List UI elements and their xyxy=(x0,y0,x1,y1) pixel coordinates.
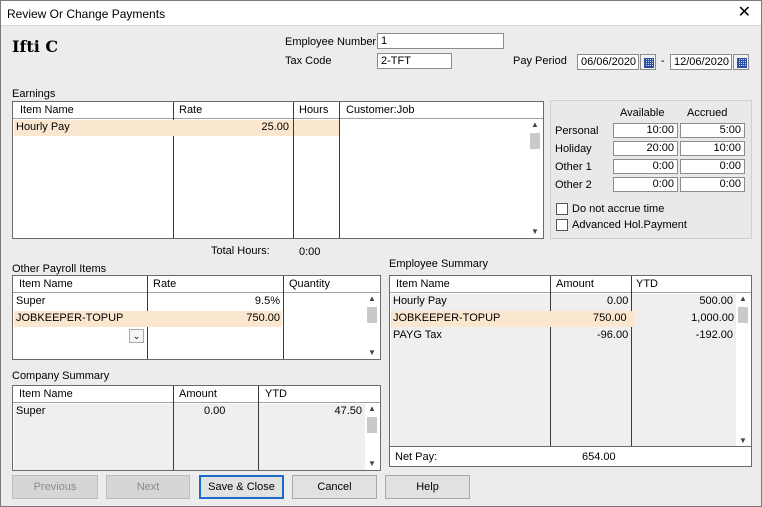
tax-code-field[interactable]: 2-TFT xyxy=(377,53,452,69)
other-payroll-scrollbar[interactable]: ▲ ▼ xyxy=(365,293,379,358)
available-field[interactable]: 10:00 xyxy=(613,123,678,138)
table-row[interactable]: Super 9.5% xyxy=(14,294,282,310)
scroll-up-icon[interactable]: ▲ xyxy=(739,294,747,303)
accrued-field[interactable]: 0:00 xyxy=(680,177,745,192)
earnings-scrollbar[interactable]: ▲ ▼ xyxy=(528,119,542,237)
title-bar: Review Or Change Payments ✕ xyxy=(1,1,761,26)
net-pay-row: Net Pay: 654.00 xyxy=(390,446,751,466)
table-row: JOBKEEPER-TOPUP 750.00 xyxy=(391,311,635,327)
table-row: PAYG Tax -96.00 -192.00 xyxy=(393,329,733,341)
employee-summary-label: Employee Summary xyxy=(389,258,489,270)
ytd-cell: 1,000.00 xyxy=(691,312,734,324)
col-quantity: Quantity xyxy=(289,278,330,290)
accrual-name: Personal xyxy=(555,125,599,137)
available-field[interactable]: 20:00 xyxy=(613,141,678,156)
period-separator: - xyxy=(661,55,665,67)
scroll-up-icon[interactable]: ▲ xyxy=(368,294,376,303)
rate-cell[interactable]: 25.00 xyxy=(174,120,293,136)
other-payroll-grid: Item Name Rate Quantity Super 9.5% JOBKE… xyxy=(12,275,381,360)
total-hours-label: Total Hours: xyxy=(211,245,270,257)
table-row: Super 0.00 47.50 xyxy=(16,405,362,417)
advanced-hol-checkbox[interactable] xyxy=(556,219,568,231)
employee-summary-grid: Item Name Amount YTD Hourly Pay 0.00 500… xyxy=(389,275,752,467)
earnings-label: Earnings xyxy=(12,88,56,100)
accrual-name: Other 1 xyxy=(555,161,592,173)
col-rate: Rate xyxy=(153,278,177,290)
calendar-icon[interactable] xyxy=(733,54,749,70)
accrued-header: Accrued xyxy=(687,107,728,119)
col-item-name: Item Name xyxy=(19,388,73,400)
other-payroll-header: Item Name Rate Quantity xyxy=(13,276,380,293)
earnings-header: Item Name Rate Hours Customer:Job xyxy=(13,102,543,119)
company-summary-header: Item Name Amount YTD xyxy=(13,386,380,403)
review-payments-window: Review Or Change Payments ✕ Ifti C Emplo… xyxy=(0,0,762,507)
close-icon[interactable]: ✕ xyxy=(738,4,751,22)
scroll-up-icon[interactable]: ▲ xyxy=(368,404,376,413)
col-customer-job: Customer:Job xyxy=(346,104,415,116)
do-not-accrue-label: Do not accrue time xyxy=(572,203,665,215)
chevron-down-icon[interactable]: ⌄ xyxy=(129,329,144,343)
col-amount: Amount xyxy=(556,278,594,290)
net-pay-label: Net Pay: xyxy=(395,451,438,463)
hours-cell[interactable] xyxy=(294,120,339,136)
scroll-down-icon[interactable]: ▼ xyxy=(368,348,376,357)
tax-code-label: Tax Code xyxy=(285,55,332,67)
net-pay-value: 654.00 xyxy=(582,451,616,463)
other-payroll-label: Other Payroll Items xyxy=(12,263,107,275)
col-rate: Rate xyxy=(179,104,203,116)
leave-accrual-panel: Available Accrued Personal 10:00 5:00 Ho… xyxy=(550,100,752,239)
col-hours: Hours xyxy=(299,104,329,116)
accrual-name: Holiday xyxy=(555,143,592,155)
employee-name: Ifti C xyxy=(12,37,59,56)
available-field[interactable]: 0:00 xyxy=(613,159,678,174)
available-field[interactable]: 0:00 xyxy=(613,177,678,192)
company-summary-label: Company Summary xyxy=(12,370,110,382)
col-amount: Amount xyxy=(179,388,217,400)
window-title: Review Or Change Payments xyxy=(7,7,166,21)
previous-button[interactable]: Previous xyxy=(12,475,98,499)
period-to-field[interactable]: 12/06/2020 xyxy=(670,54,732,70)
accrual-name: Other 2 xyxy=(555,179,592,191)
next-button[interactable]: Next xyxy=(106,475,190,499)
employee-number-field[interactable]: 1 xyxy=(377,33,504,49)
table-row[interactable]: JOBKEEPER-TOPUP 750.00 xyxy=(14,311,282,327)
earnings-grid: Item Name Rate Hours Customer:Job Hourly… xyxy=(12,101,544,239)
scroll-up-icon[interactable]: ▲ xyxy=(531,120,539,129)
cancel-button[interactable]: Cancel xyxy=(292,475,377,499)
employee-number-label: Employee Number xyxy=(285,36,377,48)
period-from-field[interactable]: 06/06/2020 xyxy=(577,54,639,70)
pay-period-label: Pay Period xyxy=(513,55,567,67)
scroll-down-icon[interactable]: ▼ xyxy=(531,227,539,236)
employee-summary-scrollbar[interactable]: ▲ ▼ xyxy=(736,293,750,446)
col-ytd: YTD xyxy=(265,388,287,400)
available-header: Available xyxy=(620,107,665,119)
total-hours-value: 0:00 xyxy=(299,246,321,258)
col-ytd: YTD xyxy=(636,278,658,290)
employee-summary-header: Item Name Amount YTD xyxy=(390,276,751,293)
company-summary-scrollbar[interactable]: ▲ ▼ xyxy=(365,403,379,469)
col-item-name: Item Name xyxy=(396,278,450,290)
col-item-name: Item Name xyxy=(20,104,74,116)
calendar-icon[interactable] xyxy=(640,54,656,70)
scroll-down-icon[interactable]: ▼ xyxy=(739,436,747,445)
accrued-field[interactable]: 5:00 xyxy=(680,123,745,138)
accrued-field[interactable]: 10:00 xyxy=(680,141,745,156)
advanced-hol-label: Advanced Hol.Payment xyxy=(572,219,687,231)
accrued-field[interactable]: 0:00 xyxy=(680,159,745,174)
help-button[interactable]: Help xyxy=(385,475,470,499)
do-not-accrue-checkbox[interactable] xyxy=(556,203,568,215)
company-summary-grid: Item Name Amount YTD Super 0.00 47.50 ▲ … xyxy=(12,385,381,471)
scroll-down-icon[interactable]: ▼ xyxy=(368,459,376,468)
table-row[interactable]: Hourly Pay xyxy=(14,120,174,136)
table-row: Hourly Pay 0.00 500.00 xyxy=(393,295,733,307)
save-close-button[interactable]: Save & Close xyxy=(199,475,284,499)
col-item-name: Item Name xyxy=(19,278,73,290)
